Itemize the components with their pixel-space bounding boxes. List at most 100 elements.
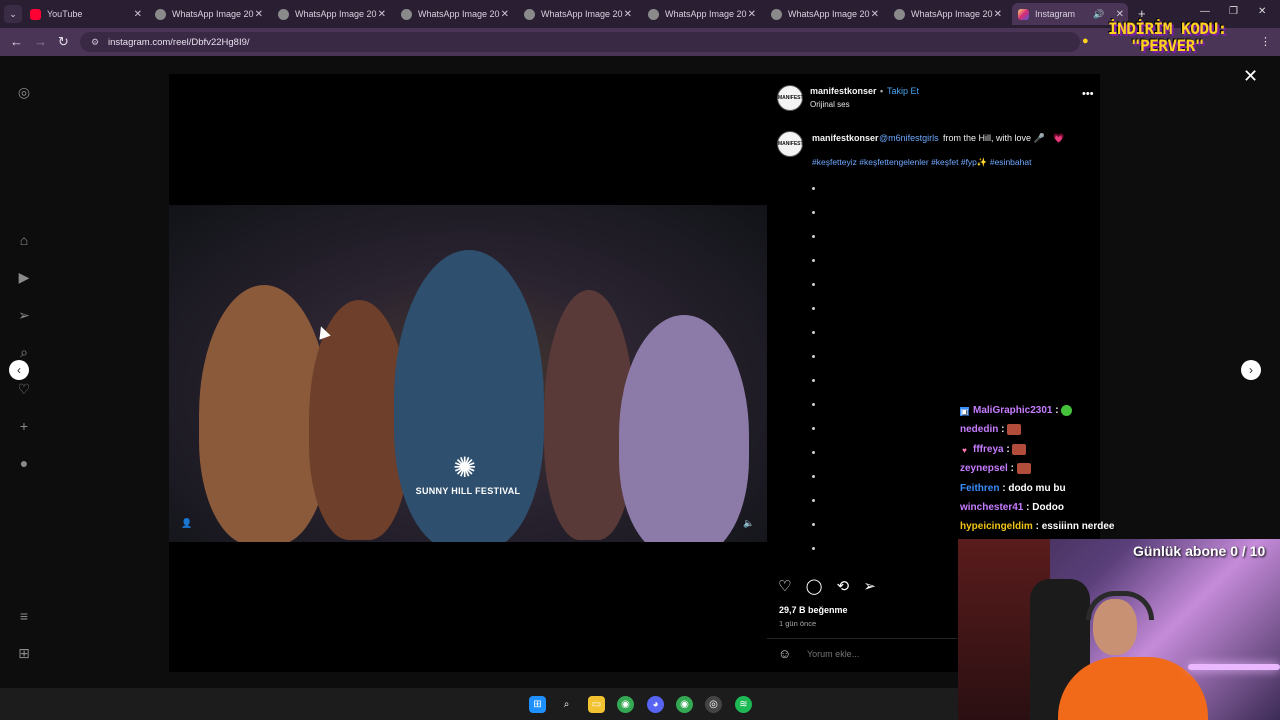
close-tab-icon[interactable]: ✕: [994, 9, 1002, 20]
close-tab-icon[interactable]: ✕: [748, 9, 756, 20]
repost-icon[interactable]: ⟲: [837, 577, 850, 595]
caption-username[interactable]: manifestkonser: [812, 133, 879, 143]
caption-dot: [812, 283, 815, 286]
led-light: [1188, 664, 1280, 670]
extension-icon[interactable]: ●: [1082, 35, 1089, 47]
emote-icon: [1016, 463, 1031, 474]
festival-watermark: SUNNY HILL FESTIVAL: [415, 486, 521, 496]
caption-dot: [812, 403, 815, 406]
globe-icon: [278, 8, 289, 20]
caption-dot: [812, 499, 815, 502]
reload-icon[interactable]: ↻: [58, 34, 69, 50]
close-tab-icon[interactable]: ✕: [378, 9, 386, 20]
separator-dot: •: [880, 86, 884, 96]
share-icon[interactable]: ➢: [863, 577, 876, 595]
close-tab-icon[interactable]: ✕: [871, 9, 879, 20]
tab-whatsapp-image-3[interactable]: WhatsApp Image 2025 ✕: [401, 3, 509, 25]
tab-title: WhatsApp Image 2025: [541, 9, 623, 19]
post-time: 1 gün önce: [779, 619, 817, 628]
caption-dot: [812, 331, 815, 334]
instagram-logo-icon[interactable]: ◎: [16, 84, 32, 100]
site-info-icon[interactable]: ⚙: [88, 37, 102, 48]
reels-icon[interactable]: ▶: [16, 269, 32, 285]
tagged-user-icon[interactable]: 👤: [181, 518, 192, 529]
taskbar-search-icon[interactable]: ⌕: [558, 696, 575, 713]
forward-icon[interactable]: →: [34, 34, 47, 49]
globe-icon: [648, 8, 659, 20]
close-tab-icon[interactable]: ✕: [624, 9, 632, 20]
obs-icon[interactable]: ◎: [705, 696, 722, 713]
file-explorer-icon[interactable]: ▭: [588, 696, 605, 713]
chrome-icon[interactable]: ◉: [676, 696, 693, 713]
chat-username: Feithren: [960, 483, 1000, 494]
windows-start-icon[interactable]: ⊞: [529, 696, 546, 713]
reel-video-player[interactable]: ✺ SUNNY HILL FESTIVAL 👤 🔈: [169, 74, 767, 672]
close-tab-icon[interactable]: ✕: [134, 9, 142, 20]
caption-dot: [812, 235, 815, 238]
caption-mention[interactable]: @m6nifestgirls: [879, 133, 939, 143]
next-post-icon[interactable]: ›: [1241, 360, 1261, 380]
tab-whatsapp-image-6[interactable]: WhatsApp Image 2025 ✕: [771, 3, 879, 25]
tab-whatsapp-image-7[interactable]: WhatsApp Image 2025 ✕: [894, 3, 1002, 25]
search-icon[interactable]: ⌕: [16, 344, 32, 360]
caption-dot: [812, 475, 815, 478]
comment-input[interactable]: [805, 648, 949, 660]
close-tab-icon[interactable]: ✕: [501, 9, 509, 20]
direct-message-icon[interactable]: ➢: [16, 307, 32, 323]
audio-label[interactable]: Orijinal ses: [810, 100, 850, 109]
author-avatar[interactable]: MANIFEST: [777, 85, 804, 111]
notifications-heart-icon[interactable]: ♡: [16, 381, 32, 397]
chat-message: winchester41 : Dodoo: [960, 502, 1064, 513]
close-window-icon[interactable]: ✕: [1258, 6, 1266, 17]
chrome-icon[interactable]: ◉: [617, 696, 634, 713]
browser-menu-icon[interactable]: ⋮: [1260, 35, 1271, 48]
minimize-icon[interactable]: —: [1200, 6, 1210, 17]
chat-username: MaliGraphic2301: [973, 405, 1053, 417]
spotify-icon[interactable]: ≋: [735, 696, 752, 713]
tab-whatsapp-image-5[interactable]: WhatsApp Image 2025 ✕: [648, 3, 756, 25]
caption-dot: [812, 187, 815, 190]
address-bar[interactable]: ⚙ instagram.com/reel/Dbfv22Hg8I9/: [80, 32, 1080, 52]
comment-icon[interactable]: ◯: [806, 577, 823, 595]
author-username[interactable]: manifestkonser: [810, 86, 877, 96]
tab-search-chevron-icon[interactable]: ⌄: [4, 5, 22, 23]
globe-icon: [894, 8, 905, 20]
create-plus-icon[interactable]: +: [16, 418, 32, 434]
profile-avatar-icon[interactable]: ●: [16, 455, 32, 471]
tab-whatsapp-image-1[interactable]: WhatsApp Image 2025 ✕: [155, 3, 263, 25]
volume-icon[interactable]: 🔈: [743, 518, 754, 529]
caption-dot: [812, 211, 815, 214]
like-count[interactable]: 29,7 B beğenme: [779, 605, 848, 615]
close-tab-icon[interactable]: ✕: [255, 9, 263, 20]
like-heart-icon[interactable]: ♡: [778, 577, 791, 595]
caption-avatar[interactable]: MANIFEST: [777, 131, 804, 157]
home-icon[interactable]: ⌂: [16, 232, 32, 248]
more-options-icon[interactable]: •••: [1082, 88, 1094, 100]
globe-icon: [401, 8, 412, 20]
restore-icon[interactable]: ❐: [1229, 6, 1238, 17]
close-modal-icon[interactable]: ✕: [1243, 66, 1258, 87]
speaker-icon[interactable]: 🔊: [1093, 9, 1104, 20]
emoji-picker-icon[interactable]: ☺: [778, 646, 791, 661]
tab-whatsapp-image-4[interactable]: WhatsApp Image 2025 ✕: [524, 3, 632, 25]
previous-post-icon[interactable]: ‹: [9, 360, 29, 380]
tab-title: WhatsApp Image 2025: [418, 9, 500, 19]
chat-message: ▣ MaliGraphic2301 :: [960, 405, 1073, 417]
close-tab-icon[interactable]: ✕: [1116, 9, 1124, 20]
follow-button[interactable]: Takip Et: [887, 86, 919, 96]
twitch-badge-icon: ▣: [960, 407, 969, 417]
tab-youtube[interactable]: YouTube ✕: [30, 3, 142, 25]
chat-username: nededin: [960, 424, 999, 436]
chat-username: winchester41: [960, 502, 1024, 513]
discord-icon[interactable]: ◕: [647, 696, 664, 713]
avatar-logo-text: MANIFEST: [778, 95, 804, 101]
performer-figure: [394, 250, 544, 542]
meta-apps-icon[interactable]: ⊞: [16, 645, 32, 661]
tab-whatsapp-image-2[interactable]: WhatsApp Image 2025 ✕: [278, 3, 386, 25]
more-menu-icon[interactable]: ≡: [16, 608, 32, 624]
chat-message: zeynepsel :: [960, 463, 1031, 474]
caption-hashtags[interactable]: #keşfetteyiz #keşfettengelenler #keşfet …: [812, 157, 1031, 168]
back-icon[interactable]: ←: [10, 34, 23, 49]
globe-icon: [524, 8, 535, 20]
caption-heart-emoji: 💗: [1053, 133, 1065, 143]
